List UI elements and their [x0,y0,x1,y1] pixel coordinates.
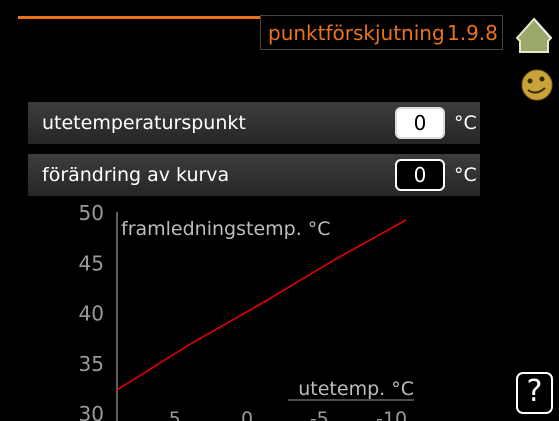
setting-label: utetemperaturspunkt [42,112,246,134]
y-tick-label: 35 [79,352,104,376]
x-tick-label: -10 [376,408,407,421]
page-title: punktförskjutning [268,21,445,45]
value-field-outdoor-temp-point[interactable]: 0 [395,107,445,139]
y-tick-label: 45 [79,251,104,275]
x-axis-label: utetemp. °C [298,378,414,400]
value-field-curve-change[interactable]: 0 [395,159,445,191]
menu-number: 1.9.8 [447,21,498,45]
help-button[interactable]: ? [516,372,553,414]
setting-row-curve-change[interactable]: förändring av kurva 0 °C [28,154,480,196]
setting-row-outdoor-temp-point[interactable]: utetemperaturspunkt 0 °C [28,102,480,144]
title-underline [18,16,260,19]
x-tick-label: -5 [310,408,329,421]
smiley-face-icon[interactable] [518,66,556,102]
home-icon[interactable] [513,14,555,56]
setting-label: förändring av kurva [42,164,230,186]
unit-label: °C [454,164,477,186]
unit-label: °C [454,112,477,134]
x-tick-label: 0 [241,408,253,421]
y-tick-label: 50 [79,201,104,225]
y-tick-label: 30 [79,402,104,421]
x-tick-label: 5 [169,408,181,421]
heating-curve-chart: 5045403530framledningstemp. °Cutetemp. °… [79,201,414,421]
y-axis-label: framledningstemp. °C [121,218,331,240]
y-tick-label: 40 [79,302,104,326]
heating-curve-line [116,219,407,391]
